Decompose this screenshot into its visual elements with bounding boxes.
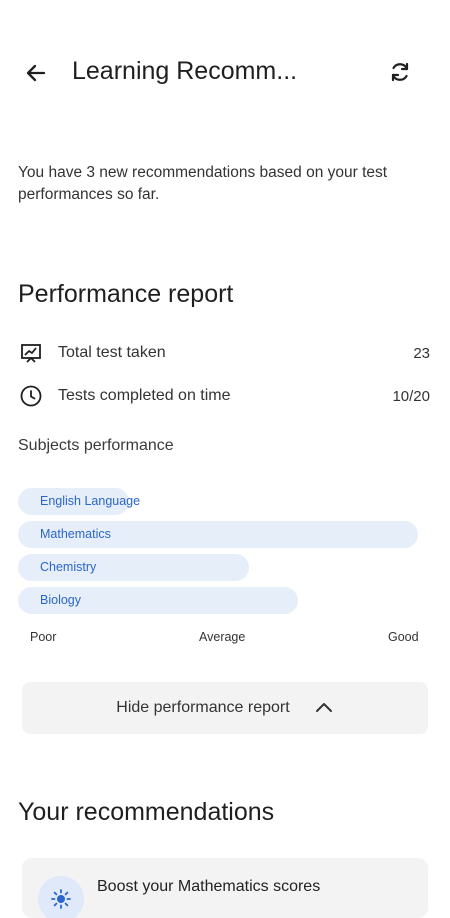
page-title: Learning Recomm... — [72, 57, 298, 85]
recommendation-avatar — [38, 876, 84, 918]
stat-value: 10/20 — [392, 387, 430, 405]
stat-tests-on-time: Tests completed on time 10/20 — [18, 383, 430, 409]
stat-value: 23 — [413, 344, 430, 362]
intro-text: You have 3 new recommendations based on … — [18, 164, 388, 203]
subject-bar-biology: Biology — [18, 587, 298, 614]
arrow-left-icon — [26, 64, 46, 82]
recommendation-card[interactable]: Boost your Mathematics scores — [22, 858, 428, 918]
subject-bar-mathematics: Mathematics — [18, 521, 418, 548]
chevron-up-icon — [315, 703, 332, 712]
app-bar: Learning Recomm... — [0, 40, 450, 104]
subject-name: Biology — [40, 593, 81, 607]
recommendations-title: Your recommendations — [18, 798, 275, 826]
stat-total-tests: Total test taken 23 — [18, 340, 430, 366]
back-button[interactable] — [20, 57, 52, 89]
stat-label: Tests completed on time — [58, 387, 231, 404]
scale-label-good: Good — [388, 630, 419, 644]
subject-name: Mathematics — [40, 527, 111, 541]
subject-name: Chemistry — [40, 560, 97, 574]
performance-report-title: Performance report — [18, 280, 234, 308]
hide-performance-report-button[interactable]: Hide performance report — [22, 682, 428, 734]
presentation-chart-icon — [18, 340, 44, 366]
subjects-performance-label: Subjects performance — [18, 437, 174, 454]
stat-label: Total test taken — [58, 344, 166, 361]
subject-name: English Language — [40, 494, 141, 508]
recommendation-title: Boost your Mathematics scores — [97, 878, 321, 895]
scale-label-average: Average — [199, 630, 246, 644]
subject-bar-chemistry: Chemistry — [18, 554, 249, 581]
refresh-icon — [391, 62, 409, 82]
hide-performance-report-label: Hide performance report — [116, 699, 290, 716]
refresh-button[interactable] — [383, 55, 417, 89]
scale-label-poor: Poor — [30, 630, 57, 644]
clock-icon — [18, 383, 44, 409]
subject-bar-english: English Language — [18, 488, 140, 515]
sun-icon — [51, 889, 71, 909]
